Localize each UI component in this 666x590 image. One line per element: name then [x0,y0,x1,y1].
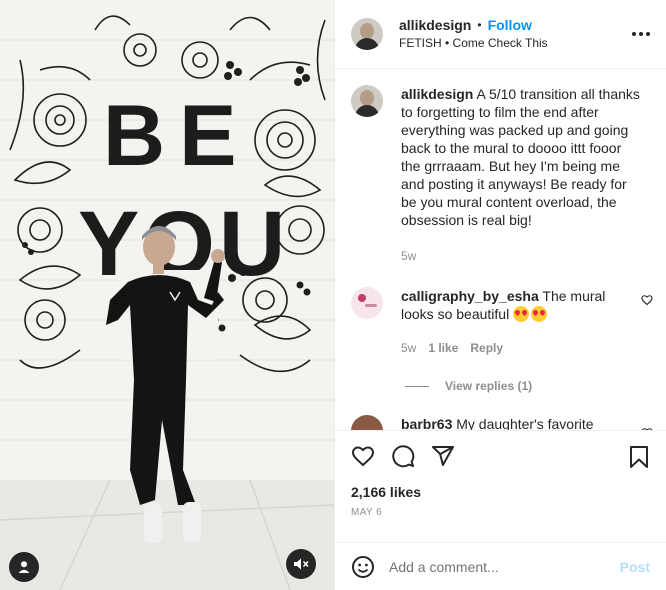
comment-username[interactable]: calligraphy_by_esha [401,288,539,304]
bookmark-icon[interactable] [628,445,650,469]
mute-button[interactable] [286,549,316,579]
heart-eyes-emoji [531,306,548,322]
view-replies-button[interactable]: View replies (1) [335,379,666,393]
comment-time[interactable]: 5w [401,339,416,357]
mute-icon [294,558,309,570]
post-side-panel: allikdesign • Follow FETISH • Come Check… [334,0,666,590]
user-icon [18,561,30,573]
caption: allikdesign A 5/10 transition all thanks… [335,69,666,265]
author-username[interactable]: allikdesign [399,16,471,34]
post-date[interactable]: MAY 6 [335,507,666,531]
commenter-avatar[interactable] [351,415,383,430]
comment-item: barbr63 My daughter's favorite [335,415,666,431]
add-comment-bar: Post [335,542,666,590]
emoji-icon[interactable] [351,555,375,579]
caption-username[interactable]: allikdesign [401,86,473,102]
comment-text: My daughter's favorite [456,416,594,431]
post-container: BE YOU allikdesign • Follow FETISH • Com… [0,0,666,590]
post-comment-button[interactable]: Post [620,559,650,575]
mural-text-be: BE [103,88,250,184]
author-avatar[interactable] [351,18,383,50]
separator-dot: • [477,18,482,32]
post-media[interactable]: BE YOU [0,0,334,590]
like-comment-icon[interactable] [641,294,653,306]
caption-text: A 5/10 transition all thanks to forgetti… [401,86,640,228]
comment-meta: 5w 1 like Reply [401,339,633,357]
audio-subtitle[interactable]: FETISH • Come Check This [399,34,548,52]
more-icon[interactable] [632,32,650,36]
post-header: allikdesign • Follow FETISH • Come Check… [335,0,666,69]
comment-icon[interactable] [391,444,415,468]
reply-button[interactable]: Reply [470,339,503,357]
caption-time[interactable]: 5w [401,247,641,265]
comment-input[interactable] [389,558,620,575]
commenter-avatar[interactable] [351,287,383,319]
comment-item: calligraphy_by_esha The mural looks so b… [335,287,666,357]
tagged-users-button[interactable] [9,552,39,582]
heart-icon[interactable] [351,444,375,468]
view-replies-label: View replies (1) [445,379,533,393]
mural-video-frame: BE YOU [0,0,334,590]
share-icon[interactable] [431,444,455,468]
action-bar [335,431,666,481]
caption-avatar[interactable] [351,85,383,117]
comment-likes[interactable]: 1 like [428,339,458,357]
likes-count[interactable]: 2,166 likes [335,481,666,503]
comments-section[interactable]: allikdesign A 5/10 transition all thanks… [335,69,666,431]
heart-eyes-emoji [513,306,530,322]
comment-username[interactable]: barbr63 [401,416,452,430]
follow-button[interactable]: Follow [488,16,532,34]
